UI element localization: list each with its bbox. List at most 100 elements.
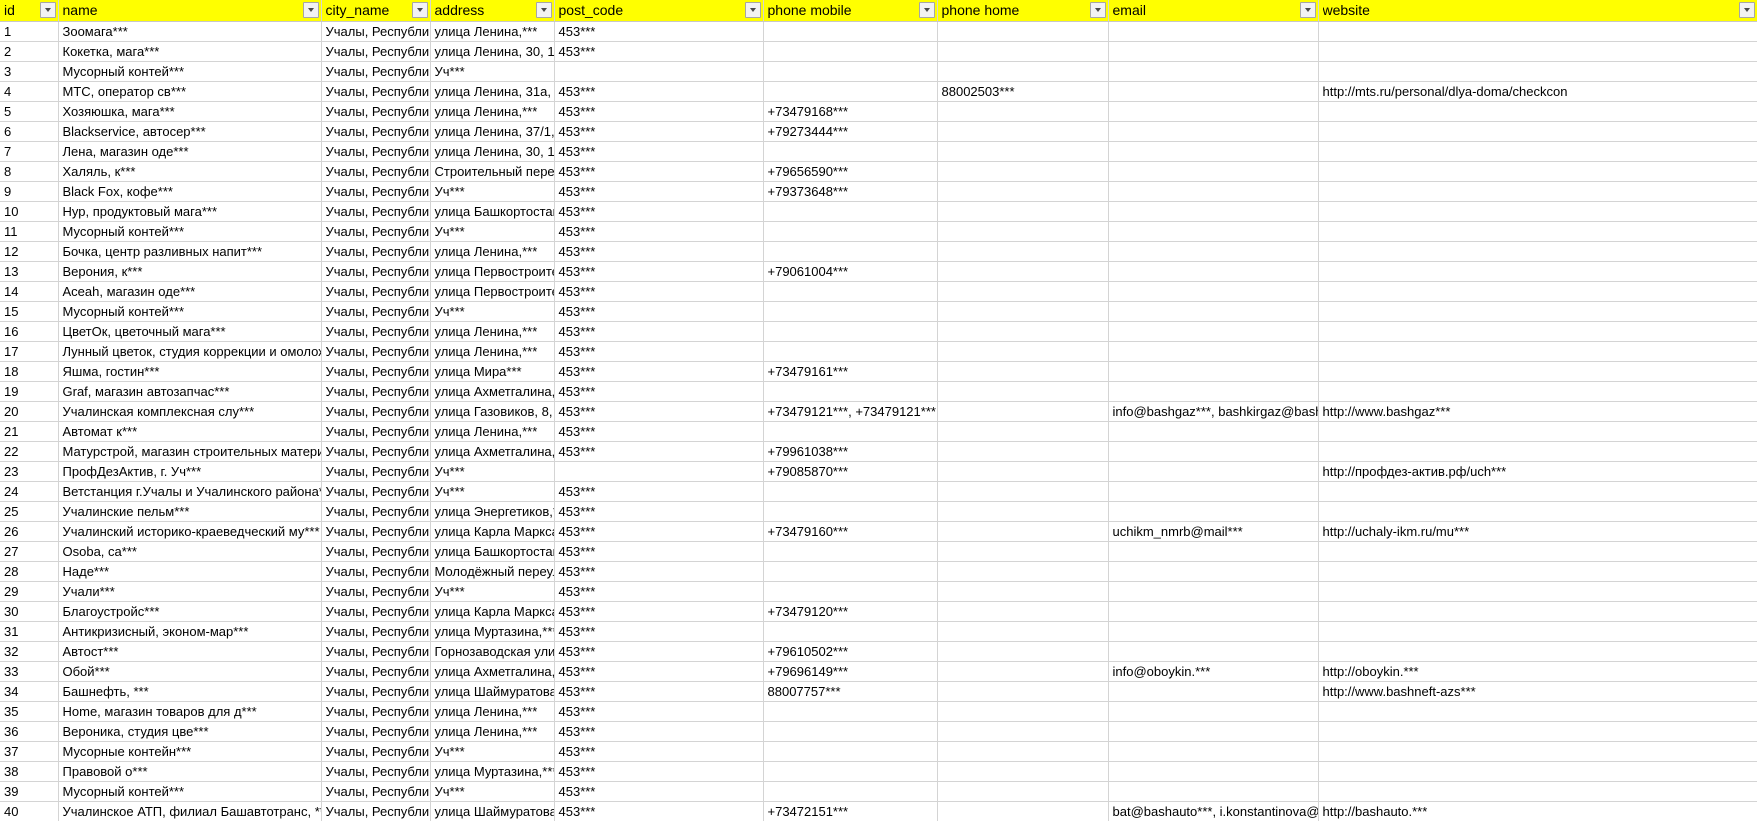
cell-website[interactable] <box>1318 161 1757 182</box>
cell-website[interactable] <box>1318 21 1757 42</box>
filter-dropdown-icon[interactable] <box>1738 2 1755 18</box>
cell-name[interactable]: Обой*** <box>58 661 322 682</box>
cell-website[interactable] <box>1318 381 1757 402</box>
cell-website[interactable] <box>1318 781 1757 802</box>
cell-post-code[interactable]: 453*** <box>554 141 764 162</box>
cell-post-code[interactable]: 453*** <box>554 101 764 122</box>
cell-post-code[interactable]: 453*** <box>554 41 764 62</box>
cell-address[interactable]: улица Ленина,*** <box>430 321 555 342</box>
cell-id[interactable]: 16 <box>0 321 59 342</box>
cell-website[interactable]: http://uchaly-ikm.ru/mu*** <box>1318 521 1757 542</box>
cell-id[interactable]: 20 <box>0 401 59 422</box>
cell-post-code[interactable]: 453*** <box>554 761 764 782</box>
cell-name[interactable]: Мусорный контей*** <box>58 61 322 82</box>
cell-website[interactable] <box>1318 721 1757 742</box>
cell-city-name[interactable]: Учалы, Республика <box>321 121 431 142</box>
cell-id[interactable]: 39 <box>0 781 59 802</box>
cell-post-code[interactable]: 453*** <box>554 781 764 802</box>
cell-website[interactable] <box>1318 141 1757 162</box>
column-header-phone-home[interactable]: phone home <box>937 0 1109 22</box>
cell-city-name[interactable]: Учалы, Республика <box>321 721 431 742</box>
cell-phone-mobile[interactable]: +79610502*** <box>763 641 938 662</box>
column-header-post-code[interactable]: post_code <box>554 0 764 22</box>
cell-phone-mobile[interactable] <box>763 241 938 262</box>
cell-email[interactable] <box>1108 721 1319 742</box>
cell-id[interactable]: 4 <box>0 81 59 102</box>
cell-email[interactable] <box>1108 341 1319 362</box>
cell-phone-home[interactable] <box>937 261 1109 282</box>
cell-website[interactable] <box>1318 201 1757 222</box>
cell-post-code[interactable]: 453*** <box>554 561 764 582</box>
cell-phone-home[interactable] <box>937 741 1109 762</box>
cell-address[interactable]: улица Первостроител <box>430 281 555 302</box>
cell-city-name[interactable]: Учалы, Республика <box>321 441 431 462</box>
cell-phone-mobile[interactable] <box>763 781 938 802</box>
cell-phone-home[interactable] <box>937 801 1109 821</box>
cell-id[interactable]: 7 <box>0 141 59 162</box>
cell-website[interactable] <box>1318 421 1757 442</box>
cell-id[interactable]: 12 <box>0 241 59 262</box>
cell-address[interactable]: улица Газовиков, 8, 1 <box>430 401 555 422</box>
cell-address[interactable]: улица Ахметгалина, 1 <box>430 441 555 462</box>
cell-phone-mobile[interactable]: +79696149*** <box>763 661 938 682</box>
cell-phone-home[interactable] <box>937 41 1109 62</box>
cell-id[interactable]: 26 <box>0 521 59 542</box>
cell-name[interactable]: Лена, магазин оде*** <box>58 141 322 162</box>
cell-post-code[interactable]: 453*** <box>554 801 764 821</box>
cell-phone-mobile[interactable] <box>763 761 938 782</box>
cell-address[interactable]: улица Ленина,*** <box>430 101 555 122</box>
cell-phone-home[interactable] <box>937 241 1109 262</box>
cell-address[interactable]: улица Башкортостан, <box>430 201 555 222</box>
cell-name[interactable]: ЦветОк, цветочный мага*** <box>58 321 322 342</box>
cell-website[interactable]: http://www.bashneft-azs*** <box>1318 681 1757 702</box>
cell-email[interactable]: uchikm_nmrb@mail*** <box>1108 521 1319 542</box>
filter-dropdown-icon[interactable] <box>1089 2 1106 18</box>
cell-city-name[interactable]: Учалы, Республика <box>321 461 431 482</box>
cell-phone-mobile[interactable] <box>763 501 938 522</box>
cell-id[interactable]: 35 <box>0 701 59 722</box>
cell-website[interactable] <box>1318 641 1757 662</box>
cell-id[interactable]: 9 <box>0 181 59 202</box>
cell-email[interactable] <box>1108 541 1319 562</box>
cell-post-code[interactable]: 453*** <box>554 701 764 722</box>
cell-post-code[interactable]: 453*** <box>554 161 764 182</box>
cell-phone-mobile[interactable] <box>763 541 938 562</box>
filter-dropdown-icon[interactable] <box>1299 2 1316 18</box>
cell-phone-home[interactable] <box>937 201 1109 222</box>
cell-address[interactable]: улица Ленина,*** <box>430 341 555 362</box>
cell-phone-mobile[interactable]: +79085870*** <box>763 461 938 482</box>
cell-city-name[interactable]: Учалы, Республика <box>321 761 431 782</box>
cell-website[interactable] <box>1318 221 1757 242</box>
cell-phone-mobile[interactable] <box>763 341 938 362</box>
cell-name[interactable]: Верония, к*** <box>58 261 322 282</box>
cell-phone-mobile[interactable]: +73479168*** <box>763 101 938 122</box>
cell-address[interactable]: Уч*** <box>430 781 555 802</box>
cell-city-name[interactable]: Учалы, Республика <box>321 581 431 602</box>
cell-email[interactable] <box>1108 241 1319 262</box>
cell-address[interactable]: Уч*** <box>430 481 555 502</box>
cell-city-name[interactable]: Учалы, Республика <box>321 641 431 662</box>
cell-address[interactable]: улица Ленина,*** <box>430 21 555 42</box>
cell-id[interactable]: 33 <box>0 661 59 682</box>
cell-phone-home[interactable] <box>937 481 1109 502</box>
cell-city-name[interactable]: Учалы, Республика <box>321 221 431 242</box>
cell-email[interactable] <box>1108 261 1319 282</box>
cell-phone-home[interactable] <box>937 321 1109 342</box>
cell-post-code[interactable]: 453*** <box>554 481 764 502</box>
cell-address[interactable]: улица Муртазина,*** <box>430 761 555 782</box>
cell-city-name[interactable]: Учалы, Республика <box>321 201 431 222</box>
cell-name[interactable]: Учалинское АТП, филиал Башавтотранс, *** <box>58 801 322 821</box>
cell-phone-home[interactable] <box>937 401 1109 422</box>
cell-id[interactable]: 36 <box>0 721 59 742</box>
cell-phone-home[interactable] <box>937 601 1109 622</box>
cell-name[interactable]: Халяль, к*** <box>58 161 322 182</box>
cell-id[interactable]: 25 <box>0 501 59 522</box>
cell-id[interactable]: 15 <box>0 301 59 322</box>
cell-id[interactable]: 29 <box>0 581 59 602</box>
cell-city-name[interactable]: Учалы, Республика <box>321 601 431 622</box>
cell-website[interactable] <box>1318 341 1757 362</box>
cell-email[interactable] <box>1108 761 1319 782</box>
cell-phone-home[interactable] <box>937 361 1109 382</box>
cell-address[interactable]: Уч*** <box>430 741 555 762</box>
cell-id[interactable]: 30 <box>0 601 59 622</box>
